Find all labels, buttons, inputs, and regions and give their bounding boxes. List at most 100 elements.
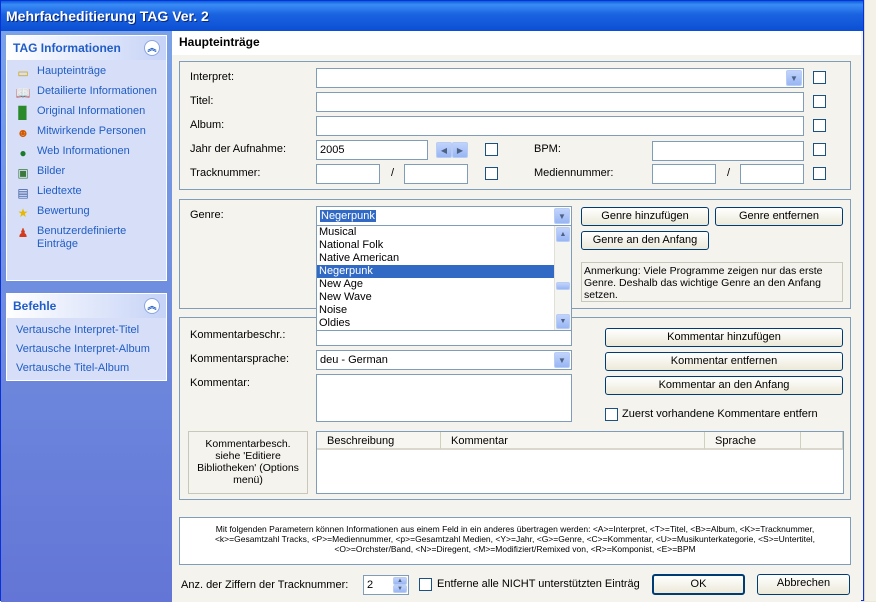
titel-checkbox[interactable] <box>813 95 826 108</box>
remove-unsupported-checkbox[interactable] <box>419 578 432 591</box>
jahr-label: Jahr der Aufnahme: <box>190 143 287 155</box>
jahr-input[interactable]: 2005 <box>316 140 428 160</box>
genre-option[interactable]: New Wave <box>317 291 571 304</box>
medien-checkbox[interactable] <box>813 167 826 180</box>
track-slash: / <box>391 167 395 179</box>
scroll-thumb[interactable] <box>556 282 570 290</box>
tag-info-panel-header[interactable]: TAG Informationen ︽ <box>7 36 166 60</box>
titel-input[interactable] <box>316 92 804 112</box>
page-title: Haupteinträge <box>172 31 861 55</box>
comment-textarea[interactable] <box>316 374 572 422</box>
collapse-icon[interactable]: ︽ <box>144 40 160 56</box>
genre-option[interactable]: Noise <box>317 304 571 317</box>
medien-input[interactable] <box>652 164 716 184</box>
interpret-combo[interactable]: ▼ <box>316 68 804 88</box>
spin-down-icon[interactable]: ▼ <box>393 585 407 593</box>
sidebar-item-detailierte[interactable]: 📖 Detailierte Informationen <box>7 83 166 103</box>
genre-option[interactable]: National Folk <box>317 239 571 252</box>
genre-option[interactable]: Musical <box>317 226 571 239</box>
genre-option-selected[interactable]: Negerpunk <box>317 265 571 278</box>
command-swap-title-album[interactable]: Vertausche Titel-Album <box>7 358 166 377</box>
year-next-icon[interactable]: ▶ <box>452 142 468 158</box>
jahr-checkbox[interactable] <box>485 143 498 156</box>
chevron-down-icon[interactable]: ▼ <box>786 70 802 86</box>
genre-list-scrollbar[interactable]: ▲ ▼ <box>554 226 571 330</box>
star-icon: ★ <box>17 206 29 220</box>
sidebar-item-original[interactable]: ▉ Original Informationen <box>7 103 166 123</box>
sidebar-item-liedtexte[interactable]: ▤ Liedtexte <box>7 183 166 203</box>
bpm-label: BPM: <box>534 143 561 155</box>
green-book-icon: ▉ <box>18 106 28 120</box>
year-prev-icon[interactable]: ◀ <box>436 142 452 158</box>
sidebar-item-bewertung[interactable]: ★ Bewertung <box>7 203 166 223</box>
column-header-filler <box>801 432 843 450</box>
genre-first-button[interactable]: Genre an den Anfang <box>581 231 709 250</box>
track-total-input[interactable] <box>404 164 468 184</box>
genre-remove-button[interactable]: Genre entfernen <box>715 207 843 226</box>
commands-list: Vertausche Interpret-Titel Vertausche In… <box>7 318 166 377</box>
collapse-icon[interactable]: ︽ <box>144 298 160 314</box>
sidebar-item-benutzerdefinierte[interactable]: ♟ Benutzerdefinierte Einträge <box>7 223 166 253</box>
comment-add-button[interactable]: Kommentar hinzufügen <box>605 328 843 347</box>
globe-icon: ● <box>19 146 27 160</box>
book-icon: 📖 <box>15 86 31 100</box>
window-title: Mehrfacheditierung TAG Ver. 2 <box>1 1 863 31</box>
tag-info-list: ▭ Haupteinträge 📖 Detailierte Informatione… <box>7 60 166 253</box>
genre-combo[interactable]: Negerpunk ▼ <box>316 206 572 226</box>
comment-group: Kommentarbeschr.: Kommentarsprache: deu … <box>179 317 851 500</box>
chevron-down-icon[interactable]: ▼ <box>554 208 570 224</box>
commands-panel-header[interactable]: Befehle ︽ <box>7 294 166 318</box>
comment-desc-label: Kommentarbeschr.: <box>190 329 286 341</box>
genre-selected-value: Negerpunk <box>320 210 376 222</box>
main-content: Haupteinträge Interpret: ▼ Titel: Album:… <box>172 31 861 602</box>
album-checkbox[interactable] <box>813 119 826 132</box>
sidebar-item-label: Mitwirkende Personen <box>37 125 146 137</box>
tag-info-panel: TAG Informationen ︽ ▭ Haupteinträge 📖 Detai… <box>6 35 167 281</box>
chevron-down-icon[interactable]: ▼ <box>554 352 570 368</box>
comment-remove-button[interactable]: Kommentar entfernen <box>605 352 843 371</box>
digits-spinner[interactable]: 2 ▲ ▼ <box>363 575 409 595</box>
sidebar-item-mitwirkende[interactable]: ☻ Mitwirkende Personen <box>7 123 166 143</box>
album-input[interactable] <box>316 116 804 136</box>
comment-lang-combo[interactable]: deu - German ▼ <box>316 350 572 370</box>
sidebar-item-label: Detailierte Informationen <box>37 85 157 97</box>
sidebar-item-haupteintraege[interactable]: ▭ Haupteinträge <box>7 63 166 83</box>
command-swap-artist-title[interactable]: Vertausche Interpret-Titel <box>7 320 166 339</box>
genre-option[interactable]: Oldies <box>317 317 571 330</box>
track-input[interactable] <box>316 164 380 184</box>
column-header-sprache[interactable]: Sprache <box>705 432 801 450</box>
comment-table[interactable]: Beschreibung Kommentar Sprache <box>316 431 844 494</box>
genre-option[interactable]: Native American <box>317 252 571 265</box>
interpret-checkbox[interactable] <box>813 71 826 84</box>
cancel-button[interactable]: Abbrechen <box>757 574 850 595</box>
genre-add-button[interactable]: Genre hinzufügen <box>581 207 709 226</box>
bpm-checkbox[interactable] <box>813 143 826 156</box>
sidebar-item-bilder[interactable]: ▣ Bilder <box>7 163 166 183</box>
column-header-kommentar[interactable]: Kommentar <box>441 432 705 450</box>
scroll-up-icon[interactable]: ▲ <box>556 227 570 242</box>
sidebar-item-label: Haupteinträge <box>37 65 107 77</box>
medien-total-input[interactable] <box>740 164 804 184</box>
commands-panel: Befehle ︽ Vertausche Interpret-Titel Vert… <box>6 293 167 381</box>
genre-option[interactable]: New Age <box>317 278 571 291</box>
genre-dropdown-list[interactable]: Musical National Folk Native American Ne… <box>316 225 572 331</box>
comment-first-checkbox[interactable] <box>605 408 618 421</box>
command-swap-artist-album[interactable]: Vertausche Interpret-Album <box>7 339 166 358</box>
spin-up-icon[interactable]: ▲ <box>393 577 407 585</box>
track-checkbox[interactable] <box>485 167 498 180</box>
sidebar-item-label: Web Informationen <box>37 145 130 157</box>
sidebar-item-label: Benutzerdefinierte Einträge <box>37 225 127 250</box>
comment-first-button[interactable]: Kommentar an den Anfang <box>605 376 843 395</box>
ok-button[interactable]: OK <box>652 574 745 595</box>
digits-label: Anz. der Ziffern der Tracknummer: <box>181 579 349 591</box>
bpm-input[interactable] <box>652 141 804 161</box>
album-label: Album: <box>190 119 225 131</box>
track-label: Tracknummer: <box>190 167 261 179</box>
scroll-down-icon[interactable]: ▼ <box>556 314 570 329</box>
genre-note: Anmerkung: Viele Programme zeigen nur da… <box>581 262 843 302</box>
main-fields-group: Interpret: ▼ Titel: Album: Jahr der Aufn… <box>179 61 851 190</box>
sidebar-item-web[interactable]: ● Web Informationen <box>7 143 166 163</box>
column-header-beschreibung[interactable]: Beschreibung <box>317 432 441 450</box>
sidebar-item-label: Original Informationen <box>37 105 146 117</box>
background-strip <box>864 0 876 601</box>
